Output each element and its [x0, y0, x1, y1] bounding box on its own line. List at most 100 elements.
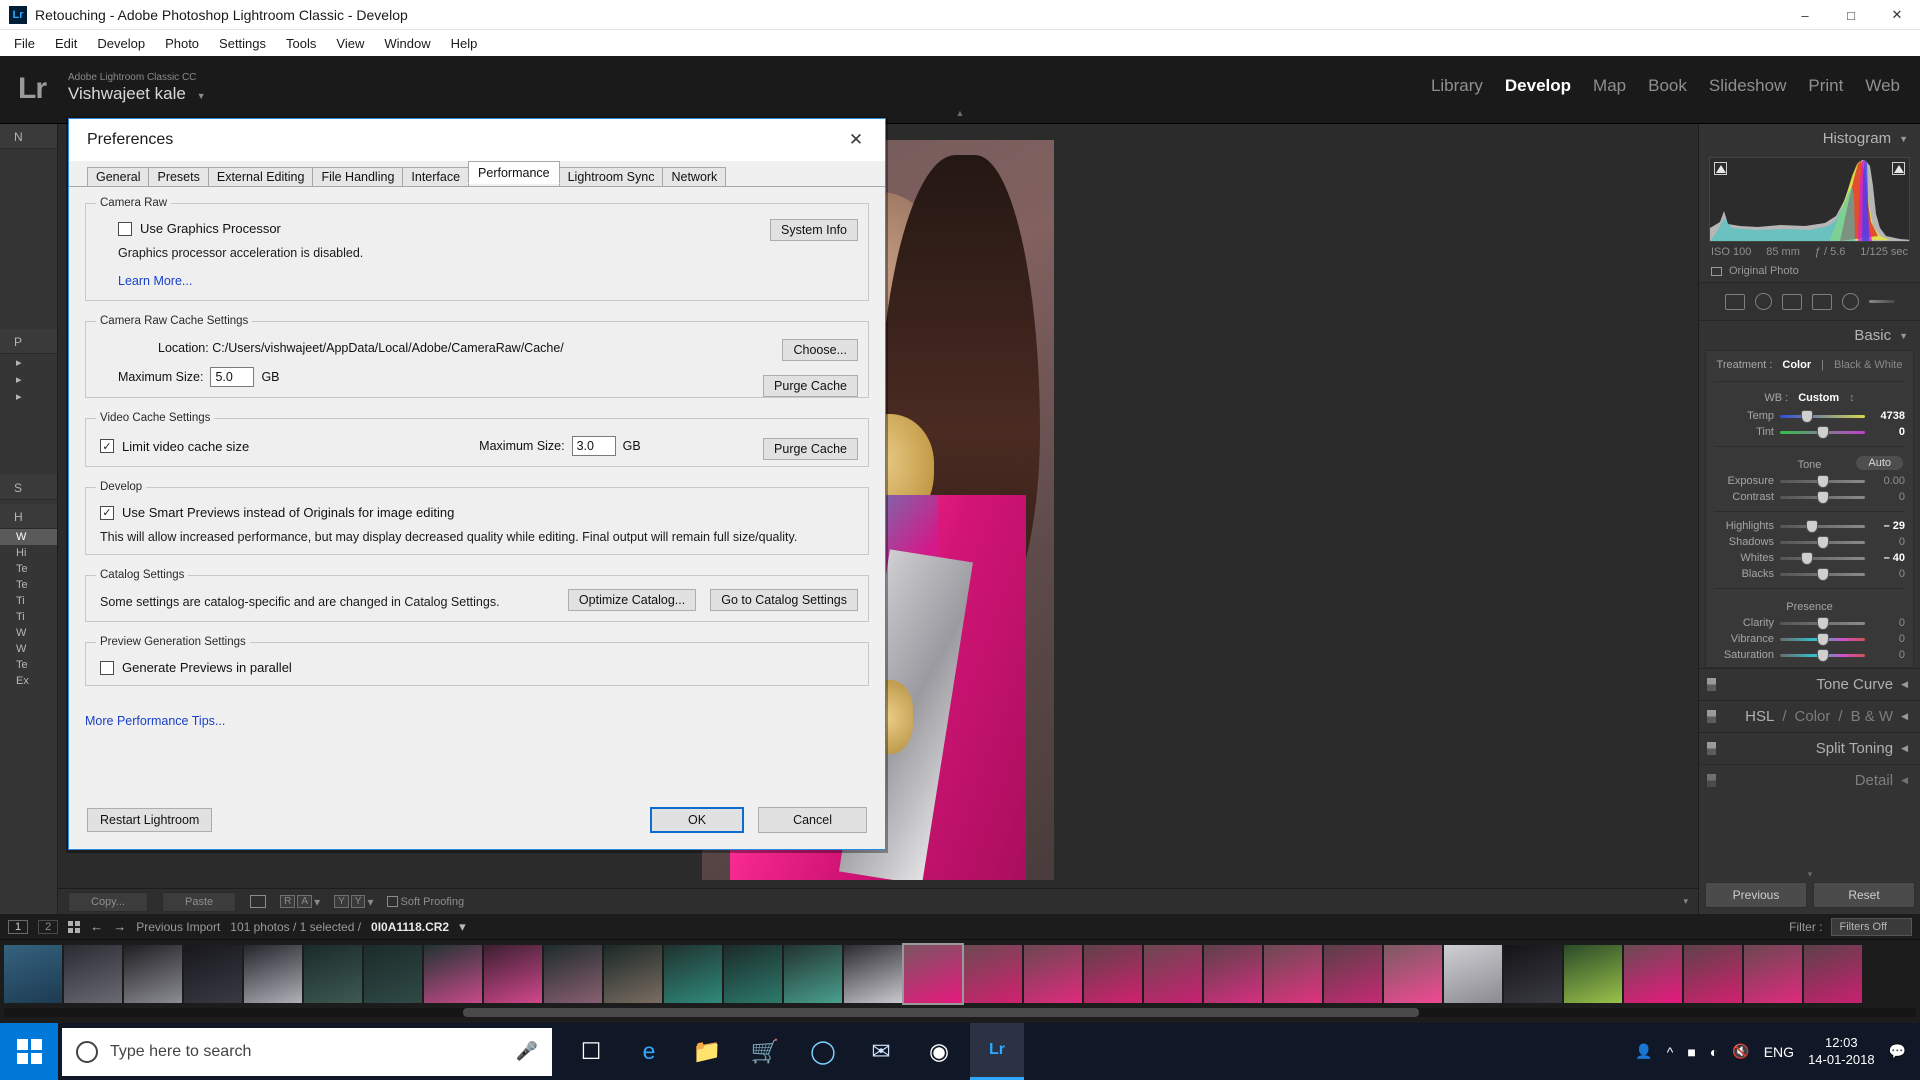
module-develop[interactable]: Develop [1505, 76, 1571, 96]
list-item[interactable]: Hi [0, 545, 57, 561]
filmstrip-source[interactable]: Previous Import [136, 920, 220, 934]
module-library[interactable]: Library [1431, 76, 1483, 96]
vibrance-value[interactable]: 0 [1871, 633, 1905, 645]
generate-previews-parallel-checkbox[interactable] [100, 660, 114, 675]
grid-view-icon[interactable] [68, 920, 81, 933]
chevron-left-icon[interactable]: ◀ [1901, 679, 1908, 690]
menu-item-window[interactable]: Window [374, 33, 440, 54]
menu-item-develop[interactable]: Develop [87, 33, 155, 54]
crop-tool-icon[interactable] [1724, 293, 1745, 310]
adjustment-brush-tool-icon[interactable] [1868, 300, 1895, 303]
volume-muted-icon[interactable]: 🔇 [1732, 1043, 1749, 1060]
taskbar-clock[interactable]: 12:03 14-01-2018 [1808, 1035, 1875, 1068]
highlights-value[interactable]: – 29 [1871, 520, 1905, 532]
battery-icon[interactable]: ■ [1687, 1044, 1695, 1060]
original-photo-row[interactable]: Original Photo [1699, 260, 1920, 283]
panel-switch-icon[interactable] [1707, 710, 1716, 723]
bw-title[interactable]: B & W [1851, 708, 1894, 725]
list-item[interactable] [424, 945, 482, 1003]
exposure-value[interactable]: 0.00 [1871, 475, 1905, 487]
chevron-down-icon[interactable]: ▼ [1899, 134, 1908, 144]
tab-network[interactable]: Network [662, 167, 727, 186]
module-book[interactable]: Book [1648, 76, 1687, 96]
list-item[interactable] [1564, 945, 1622, 1003]
notifications-icon[interactable]: 💬 [1889, 1043, 1906, 1060]
list-item[interactable] [1504, 945, 1562, 1003]
back-arrow-icon[interactable]: ← [90, 919, 103, 934]
smart-previews-row[interactable]: ✓ Use Smart Previews instead of Original… [100, 505, 858, 520]
list-item[interactable]: Te [0, 561, 57, 577]
top-panel-collapse-caret[interactable]: ▲ [956, 108, 965, 118]
chevron-left-icon[interactable]: ◀ [1901, 775, 1908, 786]
wifi-icon[interactable]: ◐ [1710, 1044, 1718, 1060]
list-item[interactable] [4, 945, 62, 1003]
list-item[interactable] [664, 945, 722, 1003]
cancel-button[interactable]: Cancel [758, 807, 867, 833]
list-item[interactable]: W [0, 625, 57, 641]
before-after-top-bottom-toggle[interactable]: Y Y ▾ [334, 895, 373, 909]
camera-raw-max-size-input[interactable]: 5.0 [210, 367, 255, 387]
presets-header[interactable]: P [0, 329, 57, 354]
wb-stepper-icon[interactable]: ↕ [1849, 392, 1855, 404]
filmstrip-scrollbar[interactable] [4, 1008, 1916, 1017]
vibrance-slider[interactable] [1780, 633, 1865, 645]
shadows-slider[interactable] [1780, 536, 1865, 548]
close-icon[interactable]: ✕ [835, 123, 877, 157]
temp-value[interactable]: 4738 [1871, 410, 1905, 422]
list-item[interactable] [1444, 945, 1502, 1003]
generate-previews-parallel-row[interactable]: Generate Previews in parallel [100, 660, 858, 675]
list-item[interactable] [304, 945, 362, 1003]
limit-video-cache-checkbox[interactable]: ✓ [100, 439, 114, 453]
tone-curve-panel-header[interactable]: Tone Curve ◀ [1699, 668, 1920, 700]
list-item[interactable] [1024, 945, 1082, 1003]
module-web[interactable]: Web [1865, 76, 1900, 96]
taskbar-search[interactable]: Type here to search 🎤 [62, 1027, 552, 1076]
list-item[interactable] [604, 945, 662, 1003]
list-item[interactable]: ▸ [0, 354, 57, 371]
filter-select[interactable]: Filters Off [1830, 917, 1912, 936]
list-item[interactable] [124, 945, 182, 1003]
tab-presets[interactable]: Presets [148, 167, 209, 186]
histogram[interactable] [1709, 157, 1910, 242]
menu-item-edit[interactable]: Edit [45, 33, 87, 54]
list-item[interactable] [724, 945, 782, 1003]
soft-proofing-toggle[interactable]: Soft Proofing [387, 896, 464, 908]
chevron-left-icon[interactable]: ◀ [1901, 711, 1908, 722]
auto-tone-button[interactable]: Auto [1856, 456, 1903, 470]
treatment-bw-option[interactable]: Black & White [1834, 359, 1902, 371]
hsl-title[interactable]: HSL [1745, 708, 1774, 725]
task-view-icon[interactable]: ☐ [564, 1023, 618, 1080]
contrast-value[interactable]: 0 [1871, 491, 1905, 503]
basic-panel-header[interactable]: Basic ▼ [1699, 321, 1920, 350]
chevron-down-icon[interactable]: ▼ [1899, 331, 1908, 341]
tab-general[interactable]: General [87, 167, 150, 186]
language-indicator[interactable]: ENG [1764, 1044, 1794, 1060]
video-max-size-input[interactable]: 3.0 [571, 436, 616, 456]
edge-icon[interactable]: e [622, 1023, 676, 1080]
tab-external-editing[interactable]: External Editing [207, 167, 314, 186]
shadows-value[interactable]: 0 [1871, 536, 1905, 548]
highlights-slider[interactable] [1780, 520, 1865, 532]
panel-switch-icon[interactable] [1707, 678, 1716, 691]
list-item[interactable] [184, 945, 242, 1003]
system-info-button[interactable]: System Info [770, 219, 858, 241]
saturation-slider[interactable] [1780, 649, 1865, 661]
hsl-color-bw-panel-header[interactable]: HSL / Color / B & W ◀ [1699, 700, 1920, 732]
list-item[interactable] [1204, 945, 1262, 1003]
list-item[interactable] [364, 945, 422, 1003]
limit-video-cache-row[interactable]: ✓ Limit video cache size [100, 439, 249, 454]
display-1-button[interactable]: 1 [8, 919, 29, 934]
maximize-button[interactable]: □ [1828, 0, 1874, 30]
list-item[interactable] [1684, 945, 1742, 1003]
clarity-slider[interactable] [1780, 617, 1865, 629]
list-item[interactable] [484, 945, 542, 1003]
menu-item-file[interactable]: File [4, 33, 45, 54]
list-item[interactable]: Te [0, 657, 57, 673]
purge-video-cache-button[interactable]: Purge Cache [763, 438, 858, 460]
detail-panel-header[interactable]: Detail ◀ [1699, 764, 1920, 796]
forward-arrow-icon[interactable]: → [113, 919, 126, 934]
split-toning-panel-header[interactable]: Split Toning ◀ [1699, 732, 1920, 764]
use-graphics-processor-row[interactable]: Use Graphics Processor [118, 221, 858, 236]
close-button[interactable]: ✕ [1874, 0, 1920, 30]
graduated-filter-tool-icon[interactable] [1811, 293, 1832, 310]
